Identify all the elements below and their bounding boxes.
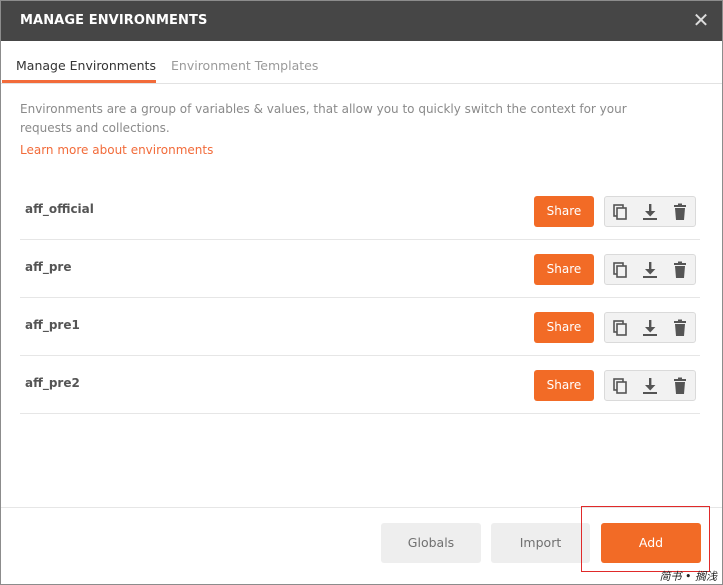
tab-manage-environments[interactable]: Manage Environments — [16, 58, 156, 73]
trash-icon[interactable] — [670, 376, 690, 396]
environment-name[interactable]: aff_pre2 — [25, 376, 80, 390]
tab-bar: Manage Environments Environment Template… — [0, 41, 723, 84]
environment-row: aff_pre2 Share — [20, 356, 700, 414]
active-tab-indicator — [2, 80, 156, 83]
environment-name[interactable]: aff_pre — [25, 260, 71, 274]
close-icon[interactable]: ✕ — [689, 8, 713, 32]
watermark: 简书 • 搁浅 — [659, 570, 717, 583]
share-button[interactable]: Share — [534, 254, 594, 285]
environment-row: aff_official Share — [20, 182, 700, 240]
environment-name[interactable]: aff_official — [25, 202, 94, 216]
download-icon[interactable] — [640, 260, 660, 280]
row-actions — [604, 254, 696, 285]
trash-icon[interactable] — [670, 318, 690, 338]
highlight-box — [581, 506, 710, 572]
duplicate-icon[interactable] — [610, 318, 630, 338]
tab-environment-templates[interactable]: Environment Templates — [171, 58, 318, 73]
download-icon[interactable] — [640, 376, 660, 396]
duplicate-icon[interactable] — [610, 376, 630, 396]
duplicate-icon[interactable] — [610, 202, 630, 222]
share-button[interactable]: Share — [534, 312, 594, 343]
environment-row: aff_pre Share — [20, 240, 700, 298]
import-button[interactable]: Import — [491, 523, 590, 563]
row-actions — [604, 196, 696, 227]
row-actions — [604, 370, 696, 401]
trash-icon[interactable] — [670, 202, 690, 222]
trash-icon[interactable] — [670, 260, 690, 280]
download-icon[interactable] — [640, 318, 660, 338]
globals-button[interactable]: Globals — [381, 523, 481, 563]
dialog-titlebar: MANAGE ENVIRONMENTS ✕ — [0, 0, 723, 41]
row-actions — [604, 312, 696, 343]
environment-row: aff_pre1 Share — [20, 298, 700, 356]
learn-more-link[interactable]: Learn more about environments — [20, 143, 213, 157]
download-icon[interactable] — [640, 202, 660, 222]
share-button[interactable]: Share — [534, 370, 594, 401]
description-text: Environments are a group of variables & … — [20, 102, 627, 135]
share-button[interactable]: Share — [534, 196, 594, 227]
duplicate-icon[interactable] — [610, 260, 630, 280]
dialog-title: MANAGE ENVIRONMENTS — [20, 13, 208, 28]
environment-name[interactable]: aff_pre1 — [25, 318, 80, 332]
